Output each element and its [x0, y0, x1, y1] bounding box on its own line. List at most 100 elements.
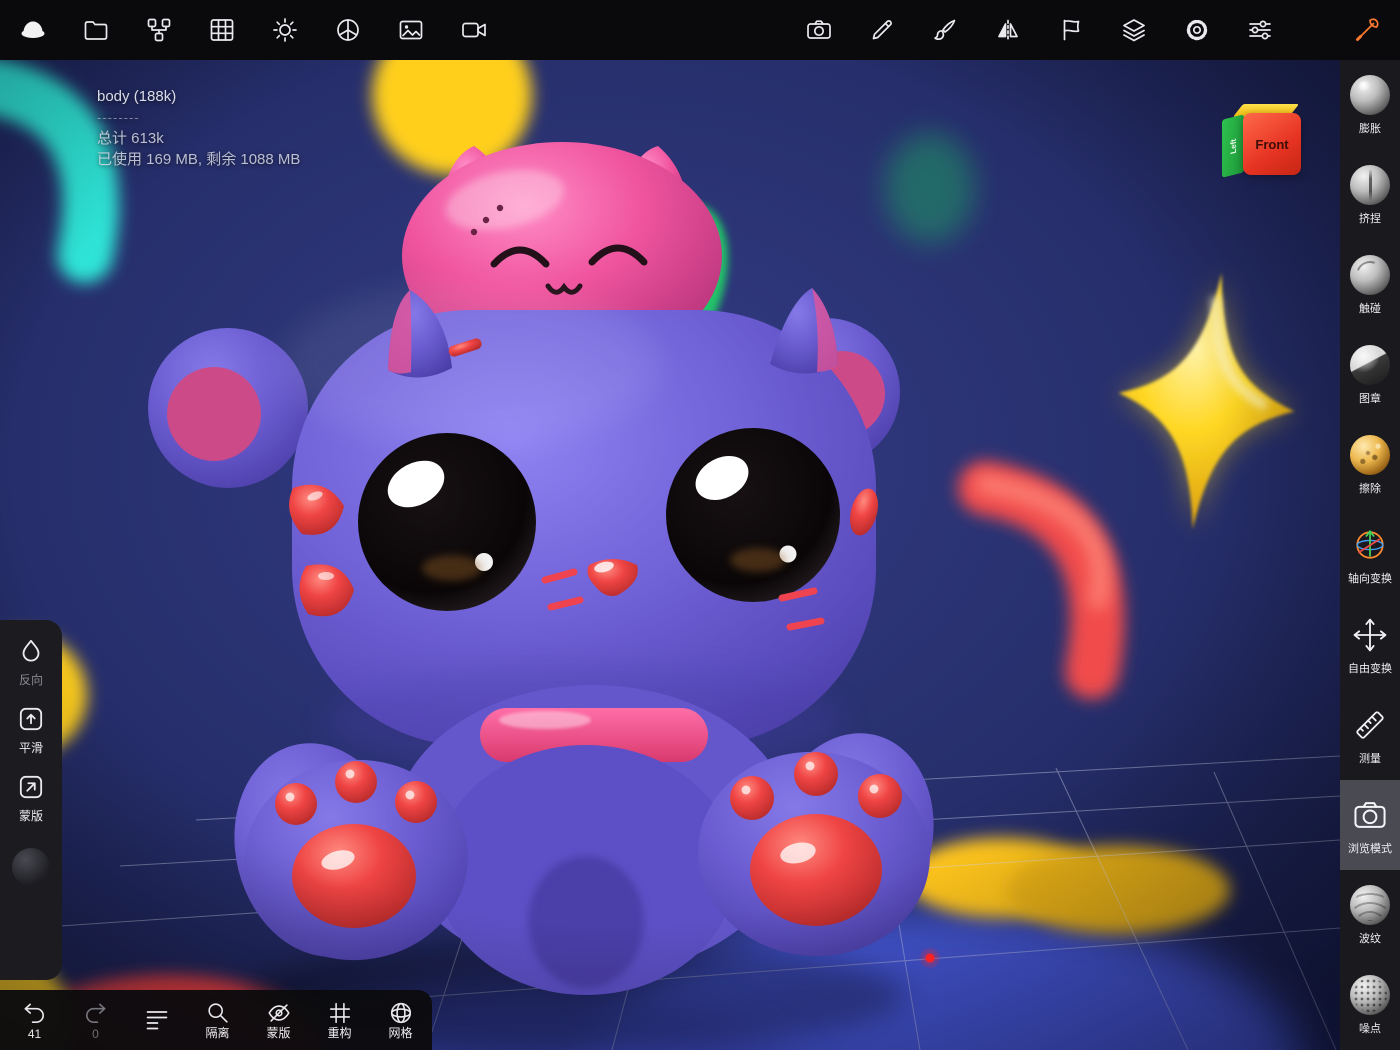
pinch-sphere-icon [1350, 164, 1390, 205]
remesh-button[interactable]: 重构 [309, 1000, 370, 1040]
panel-label: 蒙版 [18, 809, 43, 823]
interface-button[interactable] [1245, 15, 1275, 45]
material-preview-ball[interactable] [12, 848, 50, 886]
invert-button[interactable]: 反向 [16, 636, 46, 688]
erase-sphere-icon [1350, 434, 1390, 475]
paint-button[interactable] [930, 15, 960, 45]
mask-square-icon [19, 775, 43, 799]
pencil-icon [872, 20, 892, 40]
falloff-button[interactable] [1056, 15, 1086, 45]
view-cube-front-label: Front [1255, 136, 1289, 152]
cursor-dot [925, 953, 935, 963]
app-logo-icon [21, 21, 45, 38]
layers-button[interactable] [1119, 15, 1149, 45]
top-toolbar-right [804, 15, 1382, 45]
remesh-grid-icon [329, 1002, 350, 1024]
sliders-icon [1249, 20, 1271, 40]
wireframe-button[interactable]: 网格 [370, 1000, 431, 1040]
undo-count: 41 [27, 1027, 42, 1041]
grid-icon [210, 19, 234, 41]
topology-button[interactable] [207, 15, 237, 45]
bottom-tool-label: 隔离 [205, 1026, 230, 1040]
tool-noise[interactable]: 噪点 [1340, 960, 1400, 1050]
panel-label: 平滑 [18, 741, 43, 755]
tool-label: 擦除 [1359, 482, 1381, 495]
tool-touch[interactable]: 触碰 [1340, 240, 1400, 330]
view-cube-left-label: Left [1228, 137, 1238, 155]
tool-inflate[interactable]: 膨胀 [1340, 60, 1400, 150]
top-toolbar-left [18, 15, 489, 45]
scene-graph-button[interactable] [144, 15, 174, 45]
stamp-sphere-icon [1350, 344, 1390, 385]
tool-measure[interactable]: 测量 [1340, 690, 1400, 780]
tools-button[interactable] [1352, 15, 1382, 45]
view-cube-front-face[interactable]: Front [1243, 113, 1301, 175]
files-button[interactable] [81, 15, 111, 45]
tool-stamp[interactable]: 图章 [1340, 330, 1400, 420]
scene-list-button[interactable] [126, 1006, 187, 1034]
material-sphere-icon [337, 19, 359, 41]
symmetry-button[interactable] [993, 15, 1023, 45]
touch-sphere-icon [1350, 254, 1390, 295]
axis-gizmo-icon [1356, 529, 1384, 559]
scene-graph-icon [147, 18, 171, 42]
view-cube-left-face[interactable]: Left [1222, 114, 1244, 178]
mask-eye-off-icon [267, 1004, 290, 1022]
tool-wave[interactable]: 波纹 [1340, 870, 1400, 960]
tool-label: 触碰 [1359, 302, 1381, 315]
camera-video-button[interactable] [459, 15, 489, 45]
redo-icon [86, 1003, 106, 1023]
history-toolbar: 41 0 隔离 蒙版 重构 网格 [0, 990, 432, 1050]
scene-list-icon [146, 1011, 167, 1030]
app-menu-button[interactable] [18, 15, 48, 45]
tool-label: 浏览模式 [1348, 842, 1392, 855]
sun-icon [273, 18, 297, 42]
tools-wrench-icon [1356, 18, 1379, 41]
viewport-render [0, 60, 1340, 1050]
wave-sphere-icon [1350, 884, 1390, 925]
undo-button[interactable]: 41 [4, 1000, 65, 1040]
tool-label: 噪点 [1359, 1022, 1381, 1035]
sculpt-tools-sidebar: 膨胀 挤捏 触碰 图章 擦除 轴向变换 自由变换 测量 浏览模式 波纹 噪点 [1340, 60, 1400, 1050]
smooth-square-icon [19, 707, 43, 731]
tool-label: 波纹 [1359, 932, 1381, 945]
panel-label: 反向 [18, 673, 43, 687]
isolate-magnifier-icon [207, 1003, 228, 1023]
tool-pinch[interactable]: 挤捏 [1340, 150, 1400, 240]
view-orientation-gizmo[interactable]: Left Front [1222, 102, 1308, 184]
gear-icon [1186, 19, 1208, 41]
tool-erase[interactable]: 擦除 [1340, 420, 1400, 510]
video-camera-icon [462, 22, 486, 38]
folder-icon [84, 21, 108, 40]
tool-label: 轴向变换 [1348, 572, 1392, 585]
mask-quick-panel: 反向 平滑 蒙版 [0, 620, 62, 980]
bottom-tool-label: 蒙版 [266, 1026, 291, 1040]
stroke-button[interactable] [867, 15, 897, 45]
tool-label: 膨胀 [1359, 122, 1381, 135]
tool-label: 自由变换 [1348, 662, 1392, 675]
material-button[interactable] [333, 15, 363, 45]
tool-label: 测量 [1359, 752, 1381, 765]
noise-sphere-icon [1350, 974, 1390, 1015]
screenshot-button[interactable] [804, 15, 834, 45]
tool-axis-transform[interactable]: 轴向变换 [1340, 510, 1400, 600]
symmetry-icon [998, 19, 1018, 41]
tool-free-transform[interactable]: 自由变换 [1340, 600, 1400, 690]
falloff-flag-icon [1063, 19, 1080, 41]
mask-visibility-button[interactable]: 蒙版 [248, 1000, 309, 1040]
tool-view-mode[interactable]: 浏览模式 [1340, 780, 1400, 870]
isolate-button[interactable]: 隔离 [187, 1000, 248, 1040]
smooth-button[interactable]: 平滑 [16, 704, 46, 756]
background-image-button[interactable] [396, 15, 426, 45]
bottom-tool-label: 网格 [388, 1026, 413, 1040]
tool-label: 挤捏 [1359, 212, 1381, 225]
invert-droplet-icon [22, 639, 40, 662]
settings-button[interactable] [1182, 15, 1212, 45]
viewport[interactable]: body (188k) -------- 总计 613k 已使用 169 MB,… [0, 60, 1340, 1050]
measure-ruler-icon [1356, 710, 1384, 739]
mask-button[interactable]: 蒙版 [16, 772, 46, 824]
lighting-button[interactable] [270, 15, 300, 45]
app-window: body (188k) -------- 总计 613k 已使用 169 MB,… [0, 0, 1400, 1050]
redo-button[interactable]: 0 [65, 1000, 126, 1040]
tool-label: 图章 [1359, 392, 1381, 405]
